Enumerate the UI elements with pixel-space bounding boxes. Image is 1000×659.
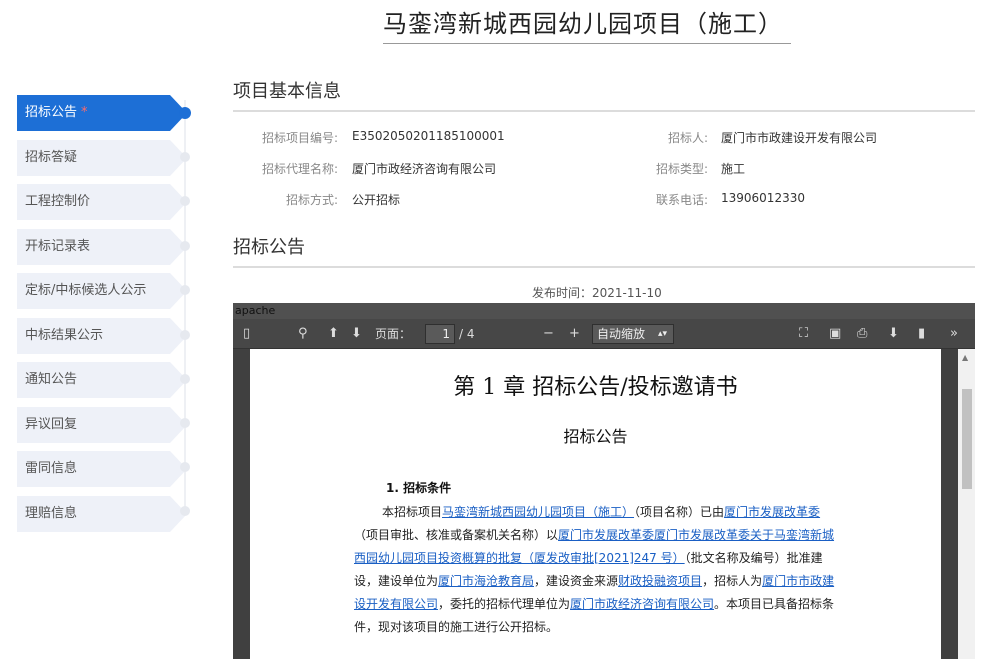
doc-link-agency[interactable]: 厦门市政经济咨询有限公司 [570, 597, 714, 611]
timeline-dot [180, 285, 190, 295]
page-number-input[interactable]: 1 [425, 324, 455, 344]
required-mark: * [81, 105, 88, 120]
download-icon[interactable]: ⬇ [888, 319, 899, 349]
sidebar-toggle-icon[interactable]: ▯ [243, 319, 250, 349]
agency-label: 招标代理名称: [261, 162, 338, 176]
sidebar-item-tender-notice[interactable]: 招标公告 * [17, 95, 187, 131]
timeline-dot [180, 196, 190, 206]
timeline-dot-active [179, 107, 191, 119]
open-file-icon[interactable]: ▣ [829, 319, 841, 349]
title-underline [383, 43, 791, 44]
pdf-viewer: apache ▯ ⚲ ⬆ ⬇ 页面： 1 / 4 − + 自动缩放 ▴▾ ⛶ ▣ … [233, 303, 975, 659]
sidebar-item-bid-opening-record[interactable]: 开标记录表 [17, 228, 187, 265]
search-icon[interactable]: ⚲ [298, 319, 308, 349]
pdf-toolbar: ▯ ⚲ ⬆ ⬇ 页面： 1 / 4 − + 自动缩放 ▴▾ ⛶ ▣ ⎙ ⬇ ▮ » [233, 319, 975, 349]
pdf-page: 第 1 章 招标公告/投标邀请书 招标公告 1. 招标条件 本招标项目马銮湾新城… [250, 349, 941, 659]
timeline-dot [180, 418, 190, 428]
doc-link-funding[interactable]: 财政投融资项目 [618, 574, 702, 588]
timeline-dot [180, 152, 190, 162]
doc-paragraph: 本招标项目马銮湾新城西园幼儿园项目（施工）（项目名称）已由厦门市发展改革委（项目… [354, 505, 835, 634]
timeline-dot [180, 506, 190, 516]
section-heading: 1. 招标条件 [386, 481, 452, 495]
sidebar: 招标公告 * 招标答疑 工程控制价 开标记录表 定标/中标候选人公示 中标结果公示… [17, 95, 192, 540]
doc-link-project[interactable]: 马銮湾新城西园幼儿园项目（施工） [442, 505, 634, 519]
zoom-in-icon[interactable]: + [569, 319, 580, 349]
doc-link-approval-authority[interactable]: 厦门市发展改革委 [724, 505, 820, 519]
sidebar-item-candidate-publicity[interactable]: 定标/中标候选人公示 [17, 273, 187, 309]
phone-value: 13906012330 [721, 191, 805, 205]
type-value: 施工 [721, 162, 746, 176]
doc-link-builder[interactable]: 厦门市海沧教育局 [438, 574, 534, 588]
next-page-icon[interactable]: ⬇ [351, 319, 362, 349]
timeline-dot [180, 374, 190, 384]
scrollbar[interactable]: ▲ [958, 349, 975, 659]
section-divider [233, 266, 975, 268]
print-icon[interactable]: ⎙ [857, 319, 867, 349]
method-label: 招标方式: [285, 193, 338, 207]
bookmark-icon[interactable]: ▮ [918, 319, 925, 349]
tenderer-value: 厦门市市政建设开发有限公司 [721, 131, 878, 145]
scroll-thumb[interactable] [962, 389, 972, 489]
timeline-dot [180, 462, 190, 472]
previous-page-icon[interactable]: ⬆ [328, 319, 339, 349]
scroll-up-icon[interactable]: ▲ [962, 353, 968, 362]
sidebar-item-announcements[interactable]: 通知公告 [17, 362, 187, 398]
project-no-label: 招标项目编号: [261, 131, 338, 145]
sidebar-item-award-result[interactable]: 中标结果公示 [17, 317, 187, 354]
zoom-out-icon[interactable]: − [543, 319, 554, 349]
doc-heading: 招标公告 [563, 427, 628, 446]
chevron-down-icon: ▴▾ [657, 329, 667, 339]
sidebar-item-similar-info[interactable]: 雷同信息 [17, 451, 187, 487]
viewer-header-text: apache [233, 303, 975, 319]
tools-menu-icon[interactable]: » [950, 319, 958, 349]
type-label: 招标类型: [655, 162, 708, 176]
section-title-basic-info: 项目基本信息 [233, 81, 341, 102]
tenderer-label: 招标人: [667, 131, 708, 145]
agency-value: 厦门市政经济咨询有限公司 [352, 162, 497, 176]
chapter-title: 第 1 章 招标公告/投标邀请书 [453, 375, 738, 400]
sidebar-item-objection-reply[interactable]: 异议回复 [17, 406, 187, 443]
publish-time: 发布时间：2021-11-10 [532, 286, 662, 300]
phone-label: 联系电话: [655, 193, 708, 207]
page-title: 马銮湾新城西园幼儿园项目（施工） [383, 10, 783, 38]
section-title-notice: 招标公告 [233, 237, 305, 258]
project-no-value: E3502050201185100001 [352, 129, 505, 143]
presentation-mode-icon[interactable]: ⛶ [799, 319, 808, 349]
page-total: / 4 [459, 327, 475, 341]
timeline-dot [180, 241, 190, 251]
sidebar-item-tender-qa[interactable]: 招标答疑 [17, 139, 187, 176]
sidebar-item-control-price[interactable]: 工程控制价 [17, 184, 187, 220]
section-divider [233, 110, 975, 112]
sidebar-item-claims-info[interactable]: 理赔信息 [17, 495, 187, 532]
page-label: 页面： [375, 327, 412, 341]
zoom-select[interactable]: 自动缩放 ▴▾ [592, 324, 674, 344]
method-value: 公开招标 [352, 193, 401, 207]
timeline-dot [180, 330, 190, 340]
